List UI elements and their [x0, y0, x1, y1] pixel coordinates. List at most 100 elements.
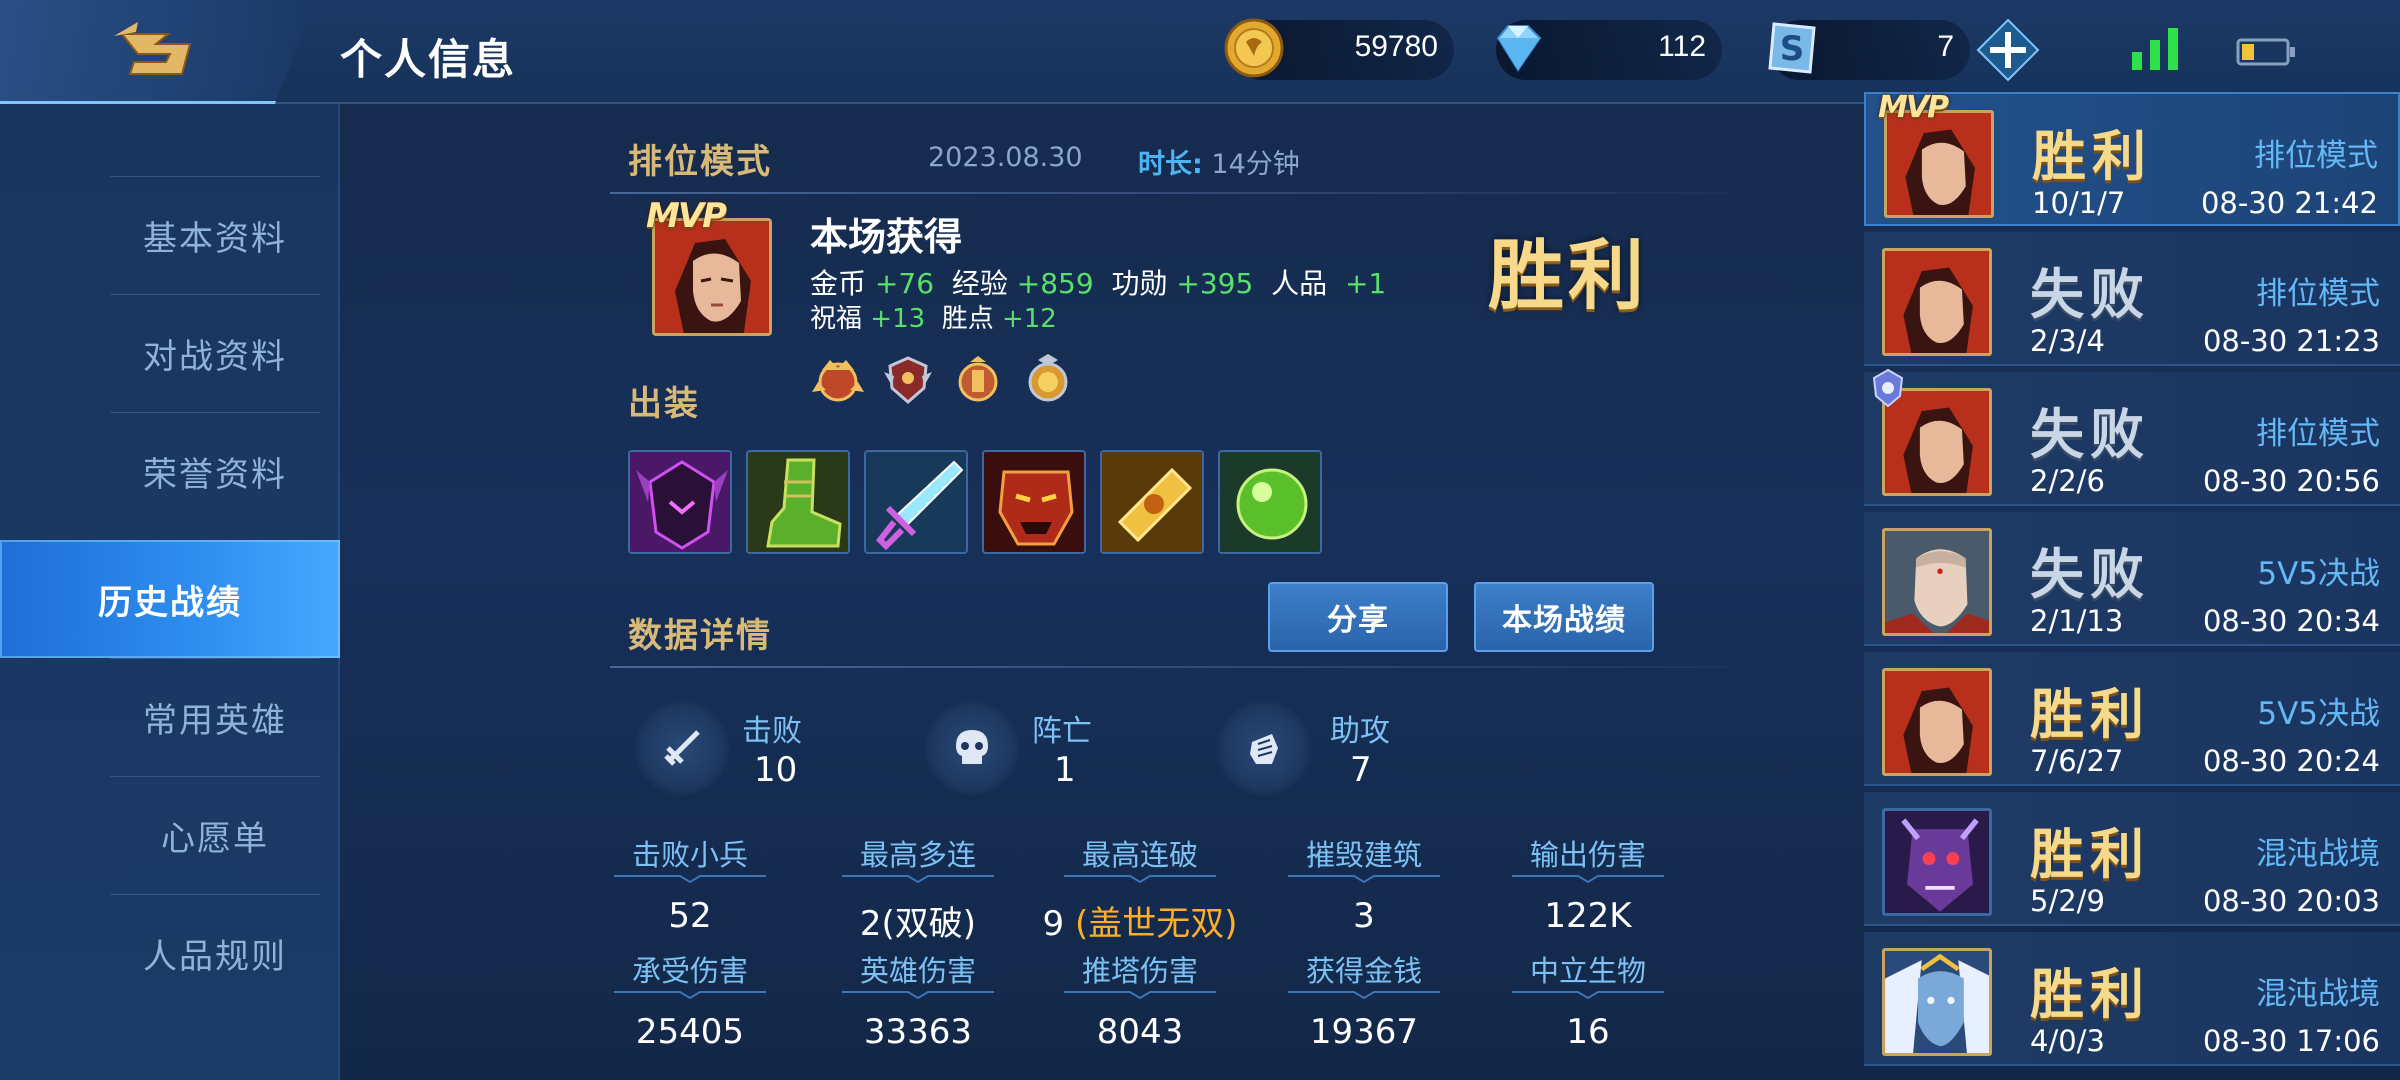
diamond-currency[interactable]: 112 — [1496, 20, 1722, 80]
stat-underline — [1064, 875, 1216, 884]
history-kda: 7/6/27 — [2030, 744, 2124, 778]
gold-coin-icon — [1224, 18, 1284, 78]
blessing-label: 祝福 — [810, 304, 863, 334]
history-time: 08-30 17:06 — [2202, 1024, 2380, 1058]
history-mode: 排位模式 — [2256, 416, 2380, 452]
rank-points-label: 胜点 — [941, 304, 994, 334]
history-mode: 排位模式 — [2256, 276, 2380, 312]
gold-badge-icon[interactable] — [1020, 352, 1076, 408]
token-currency[interactable]: S 7 — [1768, 20, 1970, 80]
history-result: 胜利 — [2032, 124, 2152, 188]
exp-label: 经验 — [951, 267, 1008, 300]
stat-underline — [1288, 991, 1440, 1000]
nav-item-label: 心愿单 — [161, 819, 269, 859]
gold-amount: 59780 — [1354, 30, 1438, 63]
match-detail-panel: 排位模式 2023.08.30 时长: 14分钟 MVP 本场获得 金币 +76… — [340, 104, 1850, 1080]
crown-badge-icon[interactable] — [810, 352, 866, 408]
item-slot-orb[interactable] — [1218, 450, 1322, 554]
share-button[interactable]: 分享 — [1268, 582, 1448, 652]
assists-label: 助攻 — [1330, 714, 1390, 749]
stat-label-gold-earned: 获得金钱 — [1305, 954, 1422, 988]
match-stats-button[interactable]: 本场战绩 — [1474, 582, 1654, 652]
nav-item-match-history[interactable]: 历史战绩 — [0, 540, 340, 658]
history-row[interactable]: 胜利 混沌战境 4/0/3 08-30 17:06 — [1864, 932, 2400, 1066]
svg-text:S: S — [1780, 29, 1805, 69]
death-icon-wrap — [924, 700, 1020, 796]
nav-item-wishlist[interactable]: 心愿单 — [110, 776, 320, 894]
stat-label-damage-dealt: 输出伤害 — [1529, 838, 1646, 872]
history-time: 08-30 20:03 — [2202, 884, 2380, 918]
skull-icon — [956, 730, 988, 764]
stat-underline — [1512, 875, 1664, 884]
stat-underline — [1512, 991, 1664, 1000]
diamond-icon — [1496, 25, 1542, 72]
kill-icon-wrap — [634, 700, 730, 796]
match-mode: 排位模式 — [628, 142, 772, 182]
assists-value: 7 — [1350, 750, 1372, 790]
match-history-list: MVP 胜利 排位模式 10/1/7 08-30 21:42 失败 排位模式 2… — [1850, 90, 2400, 1080]
gold-label: 金币 — [810, 267, 867, 300]
stat-label-buildings: 摧毁建筑 — [1305, 838, 1422, 872]
assist-fist-icon — [1250, 734, 1278, 764]
history-row[interactable]: 失败 5V5决战 2/1/13 08-30 20:34 — [1864, 512, 2400, 646]
s-token-icon: S — [1768, 22, 1816, 74]
history-hero-portrait — [1882, 528, 1992, 636]
nav-item-basic-info[interactable]: 基本资料 — [110, 176, 320, 294]
stat-underline — [1288, 875, 1440, 884]
item-slot-armor[interactable] — [628, 450, 732, 554]
history-row[interactable]: 失败 排位模式 2/3/4 08-30 21:23 — [1864, 232, 2400, 366]
stat-value-killstreak: 9 (盖世无双) — [1030, 896, 1250, 945]
page-title: 个人信息 — [340, 35, 517, 84]
tower-badge-icon[interactable] — [950, 352, 1006, 408]
match-duration: 时长: 14分钟 — [1138, 142, 1300, 181]
history-mode: 5V5决战 — [2257, 556, 2380, 592]
history-row[interactable]: MVP 胜利 排位模式 10/1/7 08-30 21:42 — [1864, 90, 2400, 226]
back-arrow-icon — [114, 22, 192, 75]
details-title: 数据详情 — [628, 616, 772, 656]
merit-label: 功勋 — [1111, 267, 1168, 300]
history-kda: 4/0/3 — [2030, 1024, 2105, 1058]
nav-item-conduct-rules[interactable]: 人品规则 — [110, 894, 320, 1012]
nav-item-honor-info[interactable]: 荣誉资料 — [110, 412, 320, 530]
history-mode: 排位模式 — [2254, 138, 2378, 174]
item-slot-scroll[interactable] — [1100, 450, 1204, 554]
item-slot-sword[interactable] — [864, 450, 968, 554]
history-mode: 混沌战境 — [2256, 836, 2380, 872]
gold-currency[interactable]: 59780 — [1224, 18, 1454, 80]
diamond-amount: 112 — [1658, 30, 1706, 63]
stat-label-hero-damage: 英雄伤害 — [859, 954, 976, 988]
stat-underline — [614, 991, 766, 1000]
equipment-title: 出装 — [628, 384, 700, 424]
shield-badge-icon[interactable] — [880, 352, 936, 408]
back-button[interactable] — [0, 0, 315, 104]
match-result: 胜利 — [1488, 231, 1648, 320]
stat-value-multikill: 2(双破) — [859, 904, 977, 944]
nav-item-favorite-heroes[interactable]: 常用英雄 — [110, 658, 320, 776]
top-bar: 个人信息 59780 112 S 7 — [0, 0, 2400, 104]
history-mvp-badge: MVP — [1878, 90, 1949, 125]
stat-label-multikill: 最高多连 — [859, 838, 976, 872]
stat-value-buildings: 3 — [1353, 896, 1375, 936]
nav-item-battle-info[interactable]: 对战资料 — [110, 294, 320, 412]
side-nav: 基本资料 对战资料 荣誉资料 历史战绩 常用英雄 心愿单 人品规则 — [0, 104, 340, 1080]
rank-medal-icon — [1872, 368, 1904, 408]
history-kda: 2/2/6 — [2030, 464, 2105, 498]
deaths-label: 阵亡 — [1032, 714, 1092, 749]
history-row[interactable]: 胜利 混沌战境 5/2/9 08-30 20:03 — [1864, 792, 2400, 926]
kills-value: 10 — [754, 750, 798, 790]
reward-title: 本场获得 — [810, 215, 963, 259]
rewards-line-2: 祝福 +13 胜点 +12 — [810, 298, 1057, 335]
history-result: 胜利 — [2030, 682, 2150, 746]
history-mode: 混沌战境 — [2256, 976, 2380, 1012]
item-slot-mask[interactable] — [982, 450, 1086, 554]
nav-item-label: 基本资料 — [143, 219, 287, 259]
add-currency-button[interactable] — [1976, 18, 2040, 82]
history-time: 08-30 21:23 — [2202, 324, 2380, 358]
history-kda: 2/3/4 — [2030, 324, 2105, 358]
stat-underline — [614, 875, 766, 884]
stat-value-gold-earned: 19367 — [1309, 1012, 1419, 1052]
history-row[interactable]: 失败 排位模式 2/2/6 08-30 20:56 — [1864, 368, 2400, 506]
item-slot-boots[interactable] — [746, 450, 850, 554]
history-row[interactable]: 胜利 5V5决战 7/6/27 08-30 20:24 — [1864, 652, 2400, 786]
rewards-line-1: 金币 +76 经验 +859 功勋 +395 人品 +1 — [810, 262, 1386, 302]
